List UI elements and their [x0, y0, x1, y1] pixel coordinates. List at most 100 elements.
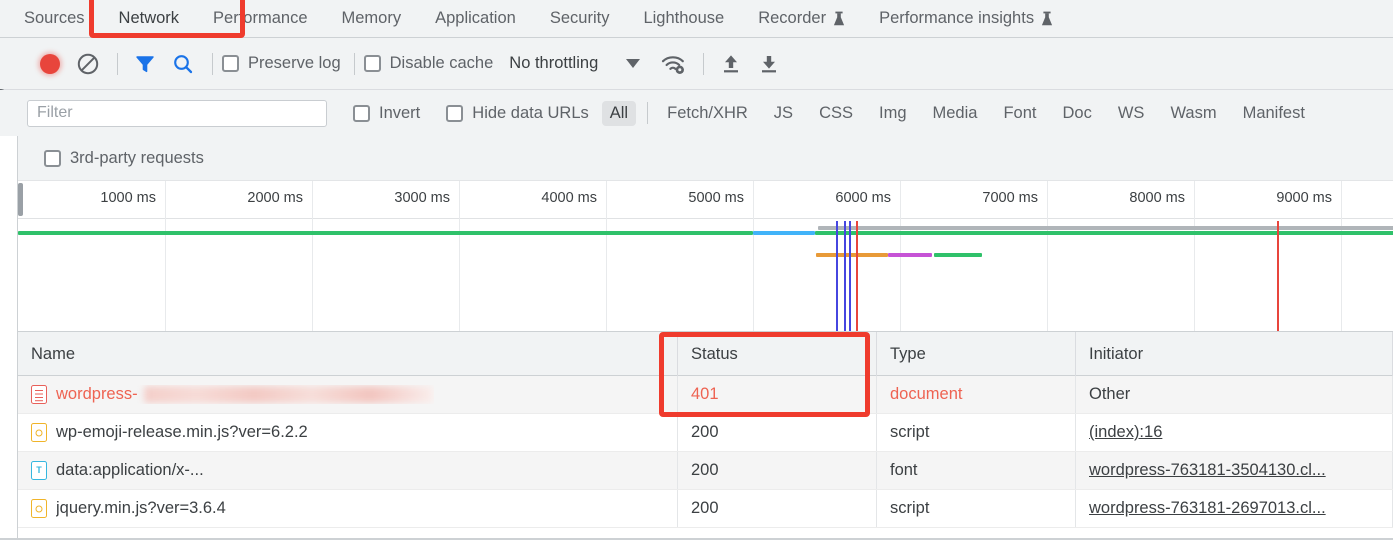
upload-arrow-icon — [724, 54, 739, 72]
script-icon — [31, 499, 47, 518]
table-row[interactable]: wp-emoji-release.min.js?ver=6.2.2 200 scri… — [18, 414, 1393, 452]
timeline-gridline — [1194, 181, 1195, 331]
filter-divider — [647, 102, 649, 124]
request-name-wrap: wp-emoji-release.min.js?ver=6.2.2 — [31, 423, 308, 442]
toolbar-divider — [117, 52, 118, 75]
cell-name: wp-emoji-release.min.js?ver=6.2.2 — [18, 414, 678, 451]
redacted-url — [143, 386, 434, 403]
table-row[interactable]: Tdata:application/x-... 200 font wordpress-… — [18, 452, 1393, 490]
network-filterbar: Filter Invert Hide data URLs All Fetch/XH… — [18, 90, 1393, 136]
type-filter-media[interactable]: Media — [925, 101, 986, 126]
hide-data-urls-checkbox[interactable]: Hide data URLs — [446, 104, 589, 123]
font-icon: T — [31, 461, 47, 480]
search-button[interactable] — [165, 46, 201, 82]
type-filter-font[interactable]: Font — [995, 101, 1044, 126]
load-event-marker-1 — [856, 221, 858, 331]
tab-network[interactable]: Network — [102, 0, 197, 38]
tab-application[interactable]: Application — [418, 0, 533, 38]
initiator-text: Other — [1089, 385, 1131, 403]
experiment-beaker-icon — [1041, 11, 1053, 26]
timeline-tick-label: 2000 ms — [247, 190, 303, 206]
network-conditions-button[interactable] — [656, 46, 692, 82]
network-band-green-2 — [815, 231, 1393, 235]
tab-lighthouse[interactable]: Lighthouse — [626, 0, 741, 38]
invert-box — [353, 104, 370, 122]
tab-label: Performance — [213, 9, 308, 27]
filter-input[interactable]: Filter — [27, 99, 327, 127]
dom-content-loaded-marker-2 — [844, 221, 846, 331]
filter-button[interactable] — [127, 46, 163, 82]
type-filter-doc[interactable]: Doc — [1055, 101, 1100, 126]
throttling-select[interactable]: No throttling — [509, 54, 598, 73]
timeline-tick-label: 9000 ms — [1276, 190, 1332, 206]
network-band-green-1 — [18, 231, 753, 235]
timeline-gridline — [1047, 181, 1048, 331]
column-header-initiator[interactable]: Initiator — [1076, 332, 1393, 376]
type-filter-css[interactable]: CSS — [811, 101, 861, 126]
cell-type: script — [877, 490, 1076, 527]
record-icon — [40, 53, 60, 74]
tab-memory[interactable]: Memory — [325, 0, 419, 38]
tab-sources[interactable]: Sources — [18, 0, 102, 38]
table-row[interactable]: wordpress- 401 document Other — [18, 376, 1393, 414]
disable-cache-box — [363, 55, 381, 72]
third-party-checkbox[interactable]: 3rd-party requests — [44, 149, 204, 168]
table-body: wordpress- 401 document Other wp-emoji-relea… — [18, 376, 1393, 528]
initiator-link[interactable]: wordpress-763181-3504130.cl... — [1089, 461, 1326, 480]
cell-status: 200 — [678, 490, 877, 527]
wifi-settings-icon — [662, 55, 685, 74]
cell-type: font — [877, 452, 1076, 489]
type-filter-ws[interactable]: WS — [1110, 101, 1153, 126]
cell-status: 200 — [678, 414, 877, 451]
column-header-name[interactable]: Name — [18, 332, 678, 376]
type-filter-all[interactable]: All — [601, 100, 637, 126]
clear-button[interactable] — [70, 46, 106, 82]
requests-table: Name Status Type Initiator wordpress- 401 doc… — [18, 332, 1393, 540]
cell-initiator: wordpress-763181-2697013.cl... — [1076, 490, 1393, 527]
filter-icon — [136, 55, 154, 72]
network-band-magenta — [888, 253, 932, 257]
type-filter-manifest[interactable]: Manifest — [1235, 101, 1313, 126]
timeline-tick-label: 8000 ms — [1129, 190, 1185, 206]
cell-initiator: (index):16 — [1076, 414, 1393, 451]
dom-content-loaded-marker-1 — [836, 221, 838, 331]
timeline-gridline — [459, 181, 460, 331]
record-button[interactable] — [32, 46, 68, 82]
tab-security[interactable]: Security — [533, 0, 627, 38]
tab-label: Lighthouse — [643, 9, 725, 27]
cell-name: Tdata:application/x-... — [18, 452, 678, 489]
invert-checkbox[interactable]: Invert — [353, 104, 420, 123]
tab-performance-insights[interactable]: Performance insights — [862, 0, 1070, 38]
export-har-button[interactable] — [751, 46, 787, 82]
timeline-tick-label: 6000 ms — [835, 190, 891, 206]
type-filter-fetch-xhr[interactable]: Fetch/XHR — [659, 101, 756, 126]
network-toolbar: Preserve log Disable cache No throttling — [18, 38, 1393, 90]
initiator-link[interactable]: wordpress-763181-2697013.cl... — [1089, 499, 1326, 518]
disable-cache-checkbox[interactable]: Disable cache — [363, 54, 493, 73]
type-filter-img[interactable]: Img — [871, 101, 915, 126]
timeline-gridline — [1341, 181, 1342, 331]
download-arrow-icon — [762, 55, 777, 72]
tab-performance[interactable]: Performance — [196, 0, 324, 38]
type-filter-js[interactable]: JS — [766, 101, 801, 126]
import-har-button[interactable] — [713, 46, 749, 82]
clear-icon — [77, 53, 99, 74]
cell-type: script — [877, 414, 1076, 451]
invert-label: Invert — [379, 103, 421, 122]
column-header-type[interactable]: Type — [877, 332, 1076, 376]
cell-status: 200 — [678, 452, 877, 489]
request-name-wrap: Tdata:application/x-... — [31, 461, 204, 480]
preserve-log-checkbox[interactable]: Preserve log — [222, 54, 341, 73]
toolbar-divider — [703, 52, 705, 75]
table-row[interactable]: jquery.min.js?ver=3.6.4 200 script wordpres… — [18, 490, 1393, 528]
initiator-link[interactable]: (index):16 — [1089, 423, 1162, 442]
type-filter-wasm[interactable]: Wasm — [1162, 101, 1224, 126]
timeline-tick-label: 1000 ms — [100, 190, 156, 206]
network-overview-timeline[interactable]: 1000 ms 2000 ms 3000 ms 4000 ms 5000 ms 6000 … — [18, 181, 1393, 332]
cell-initiator: wordpress-763181-3504130.cl... — [1076, 452, 1393, 489]
chevron-down-icon[interactable] — [626, 59, 641, 68]
search-icon — [174, 54, 193, 73]
timeline-scroll-handle[interactable] — [18, 183, 23, 216]
tab-recorder[interactable]: Recorder — [741, 0, 862, 38]
column-header-status[interactable]: Status — [678, 332, 877, 376]
